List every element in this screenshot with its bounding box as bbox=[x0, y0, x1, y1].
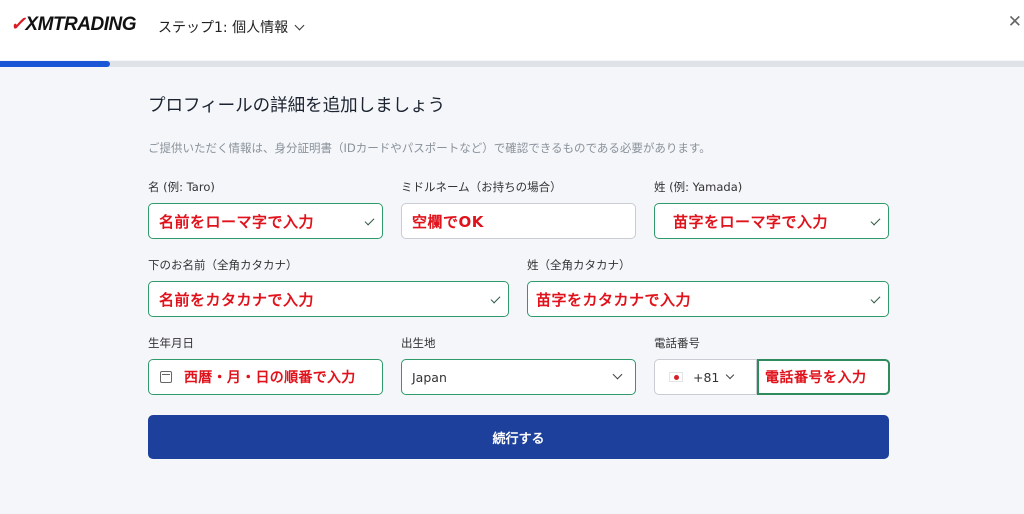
page-title: プロフィールの詳細を追加しましょう bbox=[148, 96, 446, 116]
top-bar: ✓XMTRADING ステップ1: 個人情報 ✕ bbox=[0, 0, 1024, 60]
last-name-input[interactable]: 苗字をローマ字で入力 bbox=[654, 203, 889, 239]
phone-field: 電話番号 +81 電話番号を入力 bbox=[654, 335, 890, 395]
phone-label: 電話番号 bbox=[654, 336, 700, 350]
last-name-field: 姓 (例: Yamada) 苗字をローマ字で入力 bbox=[654, 179, 889, 239]
progress-fill bbox=[0, 61, 110, 67]
first-name-kana-field: 下のお名前（全角カタカナ） 名前をカタカナで入力 bbox=[148, 257, 509, 317]
calendar-icon bbox=[160, 371, 172, 383]
first-name-label: 名 (例: Taro) bbox=[148, 180, 215, 194]
birthdate-label: 生年月日 bbox=[148, 336, 194, 350]
first-name-kana-input[interactable]: 名前をカタカナで入力 bbox=[148, 281, 509, 317]
first-name-value: 名前をローマ字で入力 bbox=[159, 212, 315, 231]
first-name-input[interactable]: 名前をローマ字で入力 bbox=[148, 203, 383, 239]
middle-name-label: ミドルネーム（お持ちの場合） bbox=[401, 180, 562, 194]
middle-name-field: ミドルネーム（お持ちの場合） 空欄でOK bbox=[401, 179, 636, 239]
last-name-kana-field: 姓（全角カタカナ） 苗字をカタカナで入力 bbox=[527, 257, 889, 317]
page-subtitle: ご提供いただく情報は、身分証明書（IDカードやパスポートなど）で確認できるもので… bbox=[148, 141, 711, 155]
step-label: ステップ1: 個人情報 bbox=[158, 20, 289, 36]
birthplace-field: 出生地 Japan bbox=[401, 335, 636, 395]
middle-name-value: 空欄でOK bbox=[412, 212, 484, 231]
chevron-down-icon bbox=[726, 370, 735, 380]
check-icon bbox=[490, 293, 501, 304]
last-name-kana-label: 姓（全角カタカナ） bbox=[527, 258, 631, 272]
xmtrading-logo[interactable]: ✓XMTRADING bbox=[10, 13, 136, 36]
country-code-value: +81 bbox=[693, 369, 720, 385]
last-name-label: 姓 (例: Yamada) bbox=[654, 180, 743, 194]
continue-button[interactable]: 続行する bbox=[148, 415, 889, 459]
last-name-value: 苗字をローマ字で入力 bbox=[673, 212, 829, 231]
birthdate-value: 西暦・月・日の順番で入力 bbox=[184, 370, 356, 386]
last-name-kana-input[interactable]: 苗字をカタカナで入力 bbox=[527, 281, 889, 317]
birthplace-select[interactable]: Japan bbox=[401, 359, 636, 395]
birthdate-field: 生年月日 西暦・月・日の順番で入力 bbox=[148, 335, 383, 395]
step-dropdown[interactable]: ステップ1: 個人情報 bbox=[158, 17, 305, 37]
close-icon[interactable]: ✕ bbox=[1008, 14, 1022, 31]
middle-name-input[interactable]: 空欄でOK bbox=[401, 203, 636, 239]
check-icon bbox=[870, 215, 881, 226]
phone-number-value: 電話番号を入力 bbox=[765, 370, 867, 386]
country-code-select[interactable]: +81 bbox=[654, 359, 757, 395]
birthplace-value: Japan bbox=[412, 369, 447, 385]
check-icon bbox=[364, 215, 375, 226]
birthplace-label: 出生地 bbox=[401, 336, 436, 350]
last-name-kana-value: 苗字をカタカナで入力 bbox=[536, 290, 692, 309]
first-name-kana-label: 下のお名前（全角カタカナ） bbox=[148, 258, 298, 272]
japan-flag-icon bbox=[669, 372, 683, 382]
birthdate-input[interactable]: 西暦・月・日の順番で入力 bbox=[148, 359, 383, 395]
chevron-down-icon bbox=[294, 20, 305, 30]
chevron-down-icon bbox=[612, 369, 623, 380]
first-name-field: 名 (例: Taro) 名前をローマ字で入力 bbox=[148, 179, 383, 239]
phone-input-group: +81 電話番号を入力 bbox=[654, 359, 890, 395]
progress-bar bbox=[0, 61, 1024, 67]
phone-number-input[interactable]: 電話番号を入力 bbox=[757, 359, 890, 395]
check-icon bbox=[870, 293, 881, 304]
first-name-kana-value: 名前をカタカナで入力 bbox=[159, 290, 315, 309]
